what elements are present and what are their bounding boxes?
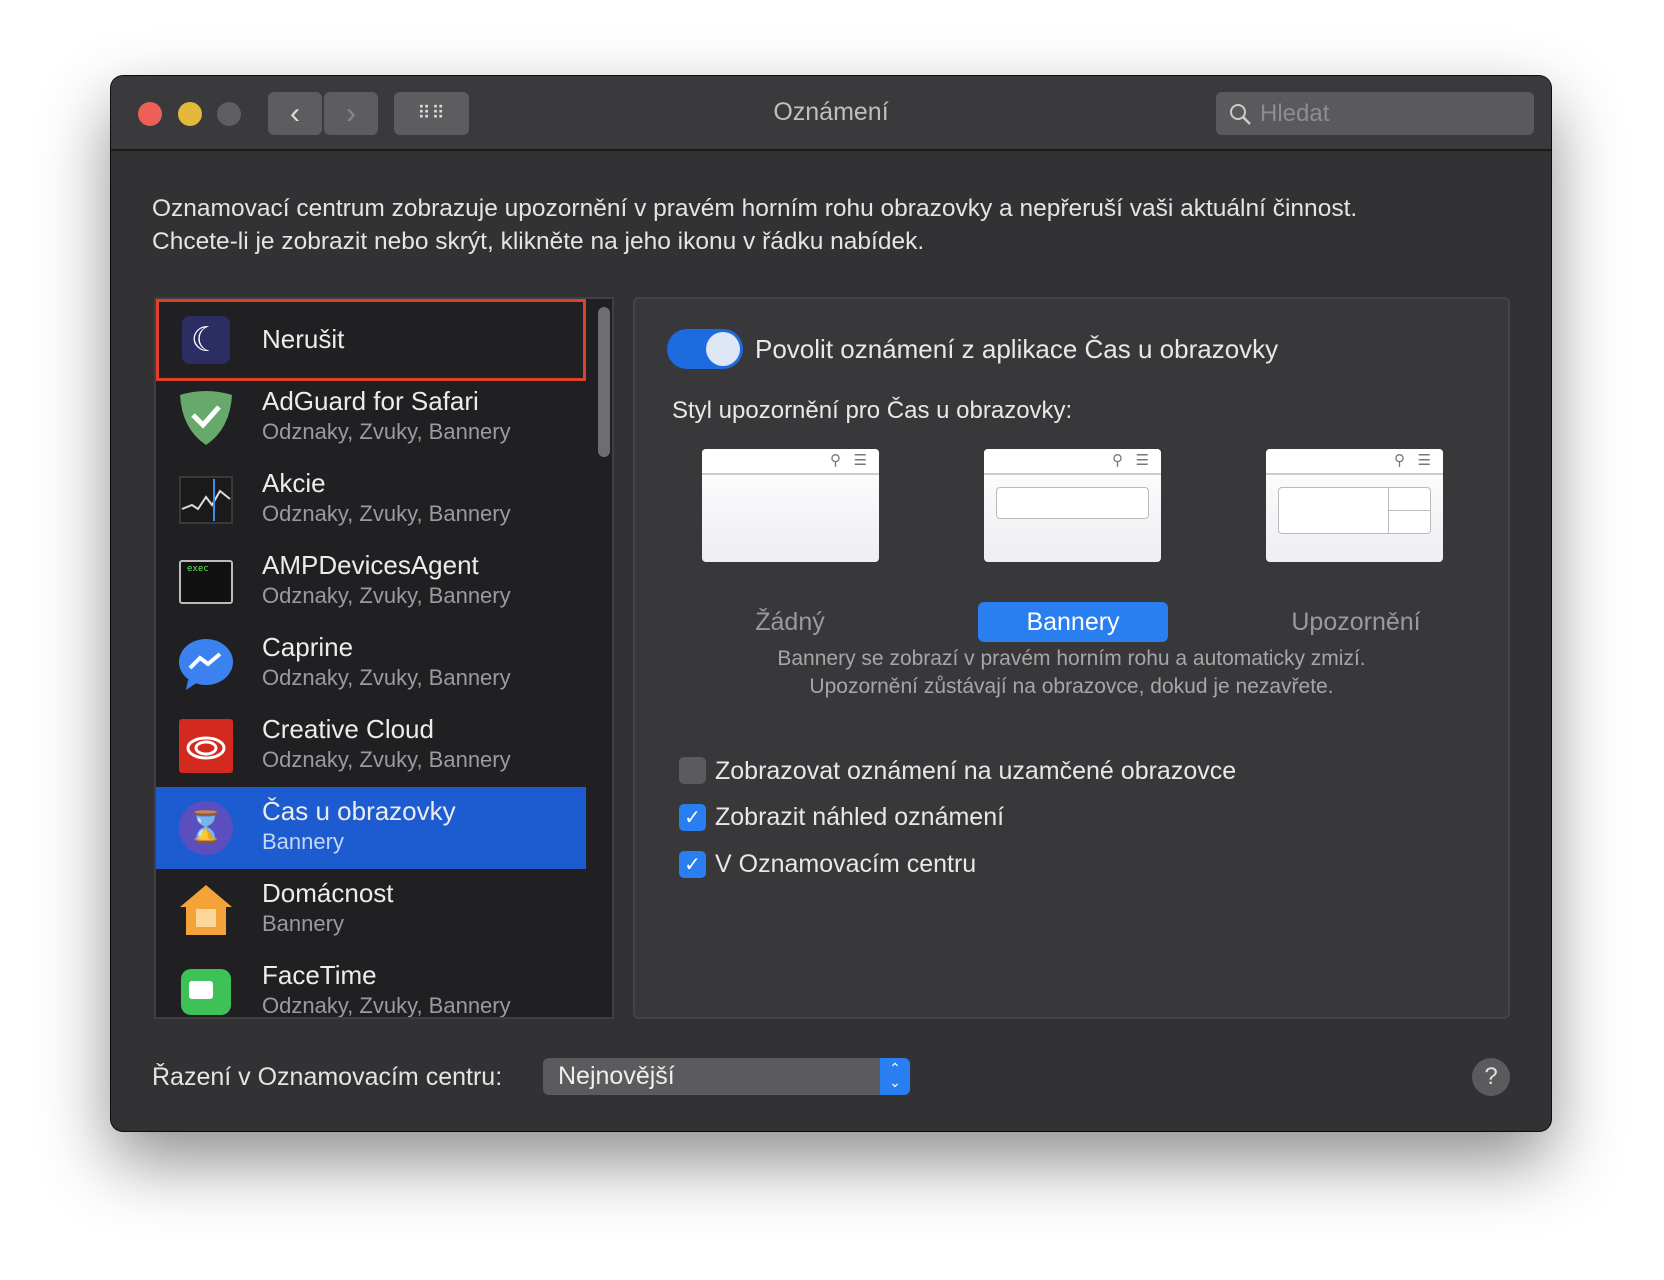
app-alert-types: Odznaky, Zvuky, Bannery: [262, 583, 511, 608]
app-name: FaceTime: [262, 960, 377, 990]
help-button[interactable]: ?: [1472, 1058, 1510, 1096]
sort-label: Řazení v Oznamovacím centru:: [152, 1063, 503, 1091]
app-name: Akcie: [262, 468, 326, 498]
app-alert-types: Odznaky, Zvuky, Bannery: [262, 419, 511, 444]
list-item[interactable]: Akcie Odznaky, Zvuky, Bannery: [156, 459, 586, 541]
list-item[interactable]: FaceTime Odznaky, Zvuky, Bannery: [156, 951, 586, 1018]
sort-value: Nejnovější: [558, 1062, 675, 1090]
checkmark-icon: ✓: [684, 807, 701, 829]
preview-checkbox[interactable]: ✓: [679, 804, 706, 831]
style-preview-none[interactable]: ⚲ ☰: [702, 449, 879, 562]
moon-icon: ☾: [178, 312, 234, 368]
app-settings-panel: Povolit oznámení z aplikace Čas u obrazo…: [633, 297, 1510, 1019]
app-list[interactable]: ☾ Nerušit AdGuard for Safari Odznaky, Zvu…: [154, 297, 614, 1019]
app-alert-types: Odznaky, Zvuky, Bannery: [262, 501, 511, 526]
search-input[interactable]: Hledat: [1216, 92, 1534, 135]
style-option-none[interactable]: Žádný: [695, 602, 885, 642]
list-item[interactable]: exec AMPDevicesAgent Odznaky, Zvuky, Bann…: [156, 541, 586, 623]
search-icon: [1230, 103, 1251, 125]
description: Oznamovací centrum zobrazuje upozornění …: [152, 192, 1357, 258]
creative-cloud-icon: [178, 718, 234, 774]
app-name: AMPDevicesAgent: [262, 550, 479, 580]
terminal-exec-icon: exec: [178, 554, 234, 610]
app-alert-types: Bannery: [262, 911, 344, 936]
style-option-banners[interactable]: Bannery: [978, 602, 1168, 642]
stocks-chart-icon: [178, 472, 234, 528]
app-name: AdGuard for Safari: [262, 386, 479, 416]
app-alert-types: Bannery: [262, 829, 344, 854]
allow-notifications-toggle[interactable]: [667, 329, 743, 369]
style-option-alerts[interactable]: Upozornění: [1261, 602, 1451, 642]
app-name: Domácnost: [262, 878, 394, 908]
allow-notifications-label: Povolit oznámení z aplikace Čas u obrazo…: [755, 334, 1279, 364]
checkmark-icon: ✓: [684, 854, 701, 876]
app-alert-types: Odznaky, Zvuky, Bannery: [262, 993, 511, 1018]
home-icon: [178, 882, 234, 938]
facetime-icon: [178, 964, 234, 1017]
list-item[interactable]: Caprine Odznaky, Zvuky, Bannery: [156, 623, 586, 705]
list-item-nerusit[interactable]: ☾ Nerušit: [156, 299, 586, 381]
description-line: Oznamovací centrum zobrazuje upozornění …: [152, 195, 1358, 222]
app-alert-types: Odznaky, Zvuky, Bannery: [262, 747, 511, 772]
chevron-updown-icon: ⌃ ⌄: [880, 1058, 910, 1095]
preview-label: Zobrazit náhled oznámení: [715, 803, 1005, 831]
notification-center-checkbox[interactable]: ✓: [679, 851, 706, 878]
shield-check-icon: [178, 390, 234, 446]
hint-line: Upozornění zůstávají na obrazovce, dokud…: [809, 675, 1334, 698]
style-hint: Bannery se zobrazí v pravém horním rohu …: [635, 645, 1508, 701]
messenger-icon: [178, 636, 234, 692]
style-preview-alerts[interactable]: ⚲ ☰: [1266, 449, 1443, 562]
lock-screen-label: Zobrazovat oznámení na uzamčené obrazovc…: [715, 757, 1237, 785]
sort-select[interactable]: Nejnovější ⌃ ⌄: [543, 1058, 910, 1095]
list-scrollbar[interactable]: [598, 307, 610, 457]
app-name: Caprine: [262, 632, 354, 662]
app-name: Nerušit: [262, 324, 345, 354]
notification-center-label: V Oznamovacím centru: [715, 850, 977, 878]
hint-line: Bannery se zobrazí v pravém horním rohu …: [777, 647, 1366, 670]
style-label: Styl upozornění pro Čas u obrazovky:: [672, 397, 1073, 424]
app-alert-types: Odznaky, Zvuky, Bannery: [262, 665, 511, 690]
app-name: Čas u obrazovky: [262, 796, 456, 826]
preferences-window: ‹ › ⠿⠿ Oznámení Hledat Oznamovací centru…: [111, 76, 1551, 1131]
list-item[interactable]: Domácnost Bannery: [156, 869, 586, 951]
titlebar: ‹ › ⠿⠿ Oznámení Hledat: [111, 76, 1551, 151]
style-preview-banners[interactable]: ⚲ ☰: [984, 449, 1161, 562]
list-item[interactable]: Creative Cloud Odznaky, Zvuky, Bannery: [156, 705, 586, 787]
list-item[interactable]: AdGuard for Safari Odznaky, Zvuky, Banner…: [156, 377, 586, 459]
search-placeholder: Hledat: [1260, 99, 1330, 127]
description-line: Chcete-li je zobrazit nebo skrýt, klikně…: [152, 228, 925, 255]
hourglass-icon: ⌛: [178, 800, 234, 856]
list-item-selected[interactable]: ⌛ Čas u obrazovky Bannery: [156, 787, 586, 869]
app-name: Creative Cloud: [262, 714, 434, 744]
lock-screen-checkbox[interactable]: [679, 757, 706, 784]
